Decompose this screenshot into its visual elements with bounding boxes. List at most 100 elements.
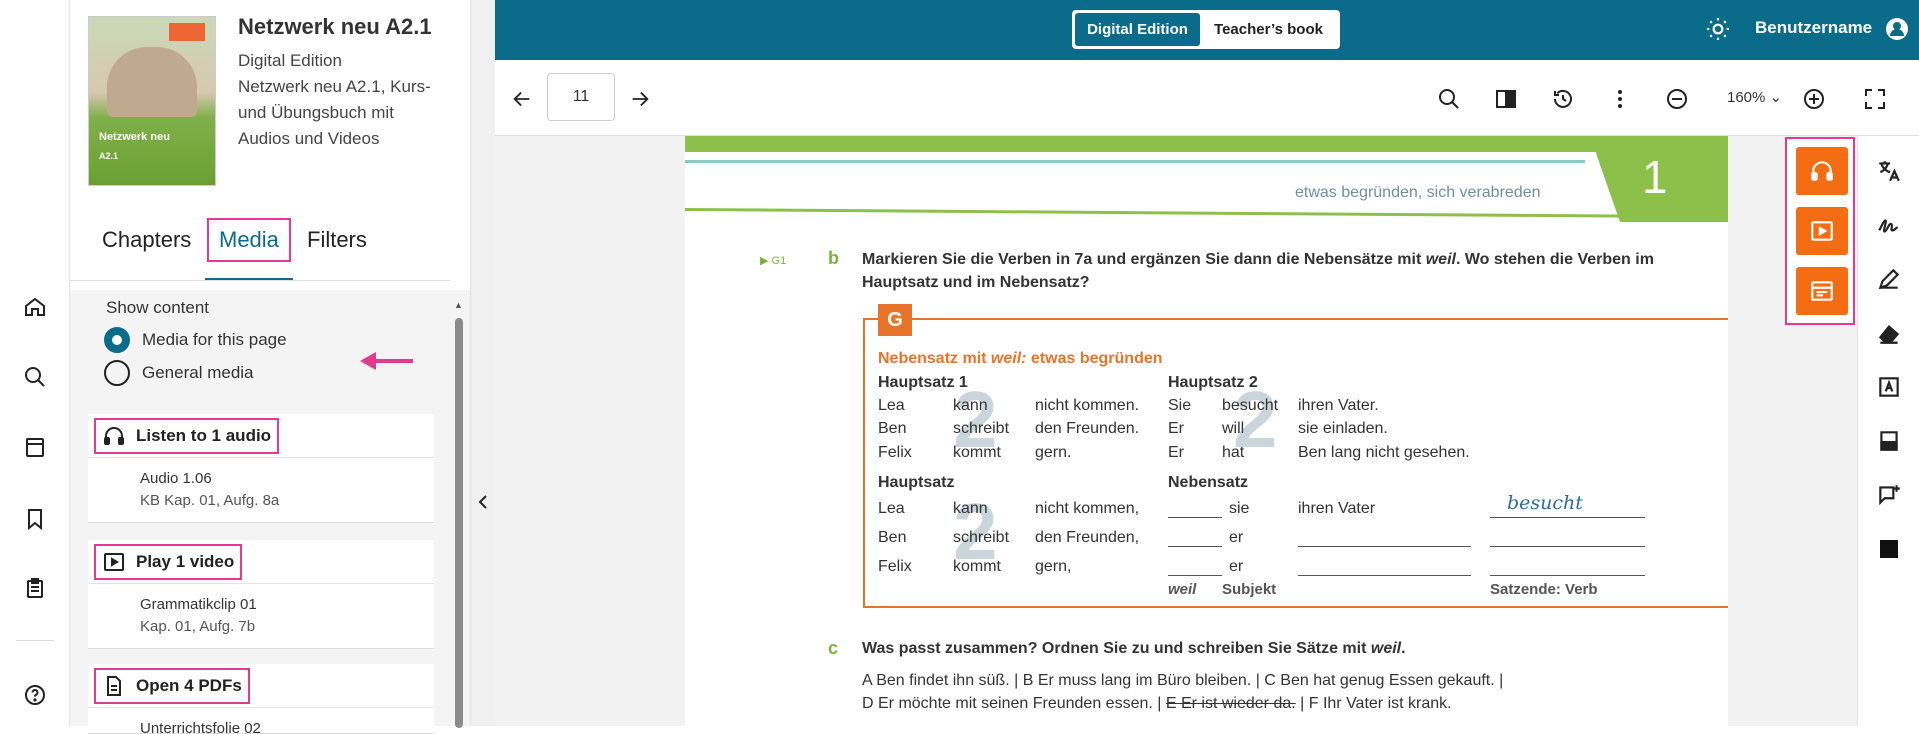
audio-item[interactable]: Audio 1.06 KB Kap. 01, Aufg. 8a xyxy=(88,458,434,522)
grammar-tag: G xyxy=(878,304,912,336)
eraser-icon[interactable] xyxy=(1874,318,1904,348)
video-card-header[interactable]: Play 1 video xyxy=(88,540,434,584)
more-options-icon[interactable] xyxy=(1605,84,1635,114)
blank-verb-1[interactable] xyxy=(1490,517,1645,518)
username[interactable]: Benutzername xyxy=(1755,18,1872,38)
t1-r2-c2: schreibt xyxy=(953,420,1010,437)
pdf-item-title: Unterrichtsfolie 02 xyxy=(140,720,261,734)
zoom-level[interactable]: 160% ⌄ xyxy=(1727,88,1782,106)
t2-r2-c3: den Freunden, xyxy=(1035,529,1140,546)
clipboard-icon[interactable] xyxy=(20,573,50,603)
search-icon[interactable] xyxy=(20,362,50,392)
t2-r2-c1: Ben xyxy=(878,529,907,546)
radio-off-icon[interactable] xyxy=(104,360,130,386)
theme-sun-icon[interactable] xyxy=(1705,16,1731,47)
t1-r2-c4: Er xyxy=(1168,420,1184,437)
book-icon[interactable] xyxy=(20,432,50,462)
exercise-c-instruction: Was passt zusammen? Ordnen Sie zu und sc… xyxy=(862,640,1406,658)
pdf-item[interactable]: Unterrichtsfolie 02 xyxy=(88,708,434,734)
user-avatar-icon[interactable] xyxy=(1885,17,1909,46)
scrollbar-thumb[interactable] xyxy=(455,318,463,728)
footer-subjekt: Subjekt xyxy=(1222,581,1277,598)
ex-b-weil: weil xyxy=(1425,251,1456,268)
zoom-out-icon[interactable] xyxy=(1662,84,1692,114)
scroll-up-icon[interactable]: ▲ xyxy=(454,300,463,310)
tab-filters[interactable]: Filters xyxy=(307,218,367,262)
t2-r3-c2: kommt xyxy=(953,558,1001,575)
blank-weil-1[interactable] xyxy=(1168,517,1222,518)
audio-card[interactable]: Listen to 1 audio Audio 1.06 KB Kap. 01,… xyxy=(88,414,434,523)
document-icon xyxy=(107,675,121,696)
t1-r1-c1: Lea xyxy=(878,397,905,414)
radio-media-page[interactable]: Media for this page xyxy=(104,327,287,353)
page-layout-icon[interactable] xyxy=(1491,84,1521,114)
page-number-input[interactable]: 11 xyxy=(547,73,615,121)
search-page-icon[interactable] xyxy=(1434,84,1464,114)
cover-photo xyxy=(107,47,197,117)
next-page-icon[interactable] xyxy=(625,84,655,114)
square-icon[interactable] xyxy=(1874,534,1904,564)
rail-divider xyxy=(16,640,54,641)
video-item[interactable]: Grammatikclip 01 Kap. 01, Aufg. 7b xyxy=(88,584,434,648)
blank-middle-3[interactable] xyxy=(1298,575,1471,576)
audio-card-header[interactable]: Listen to 1 audio xyxy=(88,414,434,458)
page-viewer: 1 etwas begründen, sich verabreden ▶ G1 … xyxy=(495,136,1857,726)
headphones-icon xyxy=(1811,161,1833,181)
pdf-card-header[interactable]: Open 4 PDFs xyxy=(88,664,434,708)
grammar-title-1: Nebensatz mit xyxy=(878,350,991,367)
translate-icon[interactable] xyxy=(1874,156,1904,186)
t1-r3-c5: hat xyxy=(1222,444,1245,461)
headphones-icon xyxy=(104,426,124,445)
audio-shortcut-button[interactable] xyxy=(1796,147,1848,195)
note-icon[interactable] xyxy=(1874,426,1904,456)
footer-weil: weil xyxy=(1168,581,1197,598)
book-edition: Digital Edition Netzwerk neu A2.1, Kurs-… xyxy=(238,48,443,152)
zoom-in-icon[interactable] xyxy=(1799,84,1829,114)
radio-general-media[interactable]: General media xyxy=(104,360,254,386)
page-subheader: etwas begründen, sich verabreden xyxy=(1295,184,1541,201)
blank-verb-3[interactable] xyxy=(1490,575,1645,576)
video-shortcut-button[interactable] xyxy=(1796,207,1848,255)
help-icon[interactable] xyxy=(20,680,50,710)
listen-audio-button[interactable]: Listen to 1 audio xyxy=(94,417,280,454)
media-shortcuts xyxy=(1785,137,1855,325)
home-icon[interactable] xyxy=(20,292,50,322)
collapse-panel-icon[interactable] xyxy=(473,490,493,514)
listen-audio-label: Listen to 1 audio xyxy=(136,425,272,445)
blank-weil-2[interactable] xyxy=(1168,546,1222,547)
slides-shortcut-button[interactable] xyxy=(1796,267,1848,315)
open-pdfs-button[interactable]: Open 4 PDFs xyxy=(94,667,250,704)
label-hauptsatz: Hauptsatz xyxy=(878,474,955,491)
video-item-title: Grammatikclip 01 xyxy=(140,596,257,613)
radio-on-icon[interactable] xyxy=(104,327,130,353)
c-line2-b: E Er ist wieder da. xyxy=(1165,695,1296,712)
blank-middle-2[interactable] xyxy=(1298,546,1471,547)
panel-scrollbar[interactable]: ▲ xyxy=(454,300,464,728)
fullscreen-icon[interactable] xyxy=(1860,84,1890,114)
pen-icon[interactable] xyxy=(1874,264,1904,294)
g1-reference[interactable]: ▶ G1 xyxy=(760,254,786,267)
blank-verb-2[interactable] xyxy=(1490,546,1645,547)
comment-add-icon[interactable] xyxy=(1874,480,1904,510)
pdf-card[interactable]: Open 4 PDFs Unterrichtsfolie 02 xyxy=(88,664,434,734)
text-box-icon[interactable] xyxy=(1874,372,1904,402)
play-video-button[interactable]: Play 1 video xyxy=(94,543,243,580)
bookmark-icon[interactable] xyxy=(20,504,50,534)
teachers-book-toggle[interactable]: Teacher’s book xyxy=(1200,13,1337,46)
zoom-level-value: 160% xyxy=(1727,89,1766,106)
cover-badge xyxy=(169,23,205,41)
page-green-line xyxy=(685,208,1728,219)
chevron-down-icon: ⌄ xyxy=(1769,89,1783,106)
blank-weil-3[interactable] xyxy=(1168,575,1222,576)
tab-media[interactable]: Media xyxy=(207,218,291,262)
previous-page-icon[interactable] xyxy=(507,84,537,114)
t2-r1-c2: kann xyxy=(953,500,988,517)
history-icon[interactable] xyxy=(1548,84,1578,114)
t2-r1-c4: sie xyxy=(1229,500,1250,517)
tab-chapters[interactable]: Chapters xyxy=(102,218,191,262)
signature-icon[interactable] xyxy=(1874,210,1904,240)
video-card[interactable]: Play 1 video Grammatikclip 01 Kap. 01, A… xyxy=(88,540,434,649)
t1-r1-c2: kann xyxy=(953,397,988,414)
t2-r1-c1: Lea xyxy=(878,500,905,517)
digital-edition-toggle[interactable]: Digital Edition xyxy=(1075,13,1200,46)
